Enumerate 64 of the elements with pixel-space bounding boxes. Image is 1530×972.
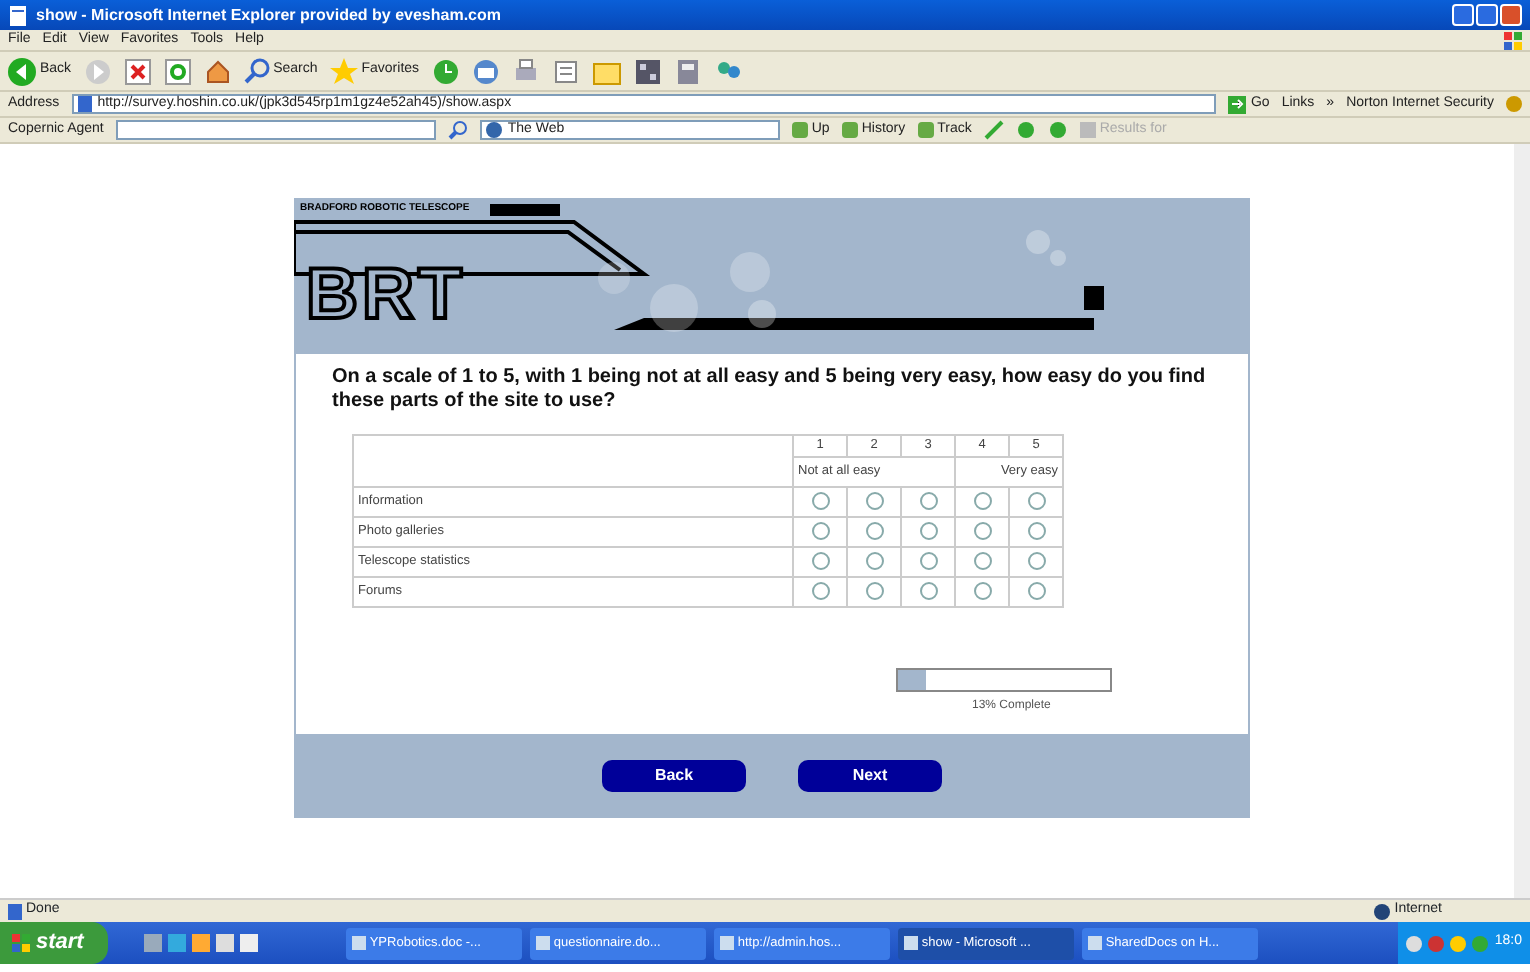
radio-button[interactable] (865, 581, 883, 600)
radio-button[interactable] (973, 491, 991, 510)
toolbar-icon (791, 122, 808, 138)
nav-button[interactable]: Back (602, 760, 746, 792)
window-icon (903, 936, 918, 950)
arrow-icon (1228, 95, 1247, 113)
search-field[interactable] (115, 120, 436, 140)
radio-button[interactable] (919, 491, 937, 510)
search-icon (243, 58, 270, 84)
book-button[interactable] (673, 57, 702, 85)
radio-button[interactable] (919, 581, 937, 600)
radio-button[interactable] (973, 551, 991, 570)
circle-button[interactable] (1047, 120, 1068, 140)
start-button[interactable]: start (0, 922, 108, 964)
globe-icon (485, 122, 502, 138)
radio-button[interactable] (973, 581, 991, 600)
radio-button[interactable] (811, 551, 829, 570)
folder-button[interactable] (591, 57, 622, 85)
radio-button[interactable] (865, 491, 883, 510)
pen-button[interactable] (983, 120, 1004, 140)
windows-logo-icon (12, 934, 30, 952)
window-icon (535, 936, 550, 950)
radio-button[interactable] (865, 521, 883, 540)
star-icon (329, 58, 358, 84)
circle-button[interactable] (1015, 120, 1036, 140)
radio-button[interactable] (811, 491, 829, 510)
question-text: On a scale of 1 to 5, with 1 being not at all easy and 5 being very easy, how easy do you find these parts of the site to use? (332, 366, 1208, 414)
toolbar-icon (841, 122, 858, 138)
close-button[interactable] (1500, 4, 1522, 26)
refresh-button[interactable] (163, 57, 192, 85)
history-button[interactable] (431, 57, 460, 85)
radio-button[interactable] (1027, 521, 1045, 540)
radio-button[interactable] (811, 521, 829, 540)
home-button[interactable] (203, 57, 232, 85)
list-icon (1079, 122, 1096, 138)
norton-icon (1506, 96, 1522, 112)
page-icon (77, 96, 92, 112)
print-button[interactable] (511, 57, 540, 85)
forward-button[interactable] (83, 57, 112, 85)
stop-button[interactable] (123, 57, 152, 85)
minimize-button[interactable] (1452, 4, 1474, 26)
nav-button[interactable]: Next (798, 760, 942, 792)
radio-button[interactable] (919, 551, 937, 570)
globe-icon (1374, 903, 1391, 919)
page-icon (8, 5, 28, 25)
radio-button[interactable] (865, 551, 883, 570)
maximize-button[interactable] (1476, 4, 1498, 26)
radio-button[interactable] (1027, 551, 1045, 570)
window-icon (351, 936, 366, 950)
grid-button[interactable] (633, 57, 662, 85)
radio-button[interactable] (973, 521, 991, 540)
edit-button[interactable] (551, 57, 580, 85)
window-title: show - Microsoft Internet Explorer provided by evesham.com (36, 3, 501, 27)
window-icon (719, 936, 734, 950)
page-icon (8, 903, 22, 919)
radio-button[interactable] (1027, 491, 1045, 510)
windows-logo-icon (1504, 31, 1522, 49)
search-button[interactable] (447, 120, 468, 140)
window-icon (1087, 936, 1102, 950)
radio-button[interactable] (811, 581, 829, 600)
radio-button[interactable] (1027, 581, 1045, 600)
mail-button[interactable] (471, 57, 500, 85)
radio-button[interactable] (919, 521, 937, 540)
toolbar-icon (917, 122, 934, 138)
